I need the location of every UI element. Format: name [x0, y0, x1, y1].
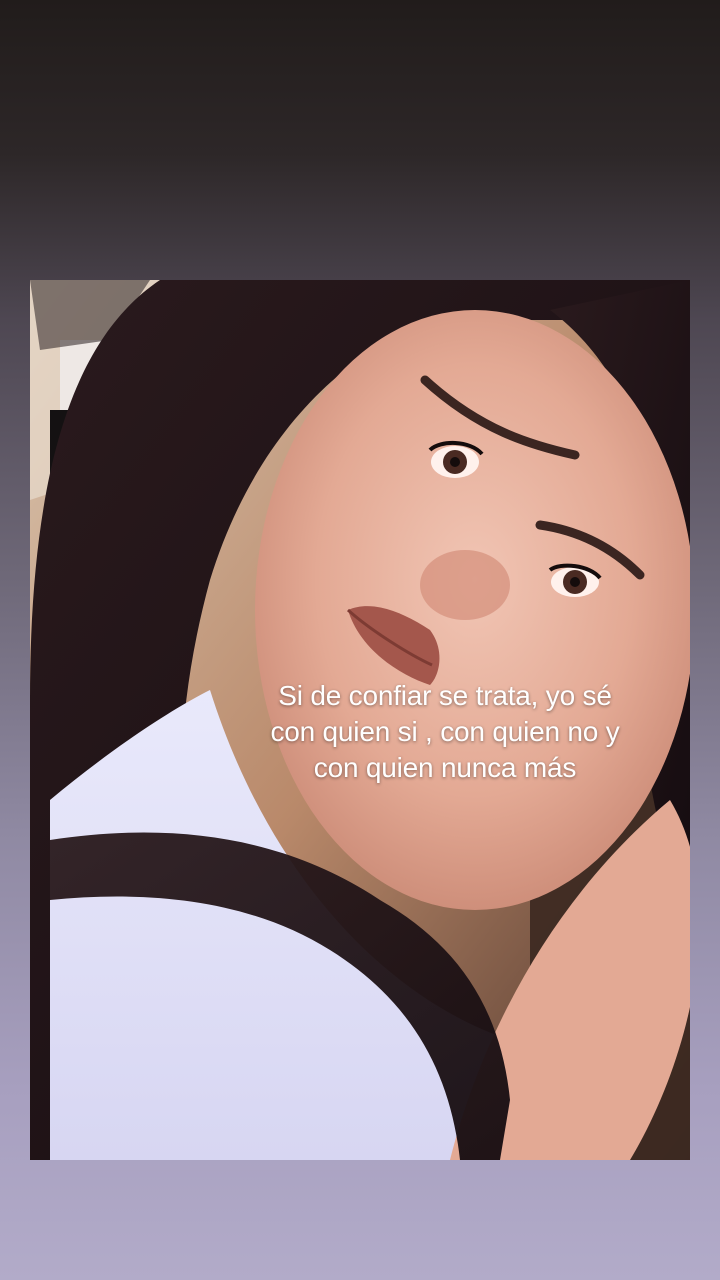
caption-line-2: con quien si , con quien no y: [270, 716, 620, 747]
story-caption: Si de confiar se trata, yo sé con quien …: [240, 678, 650, 786]
caption-line-3: con quien nunca más: [313, 752, 577, 783]
caption-line-1: Si de confiar se trata, yo sé: [278, 680, 612, 711]
